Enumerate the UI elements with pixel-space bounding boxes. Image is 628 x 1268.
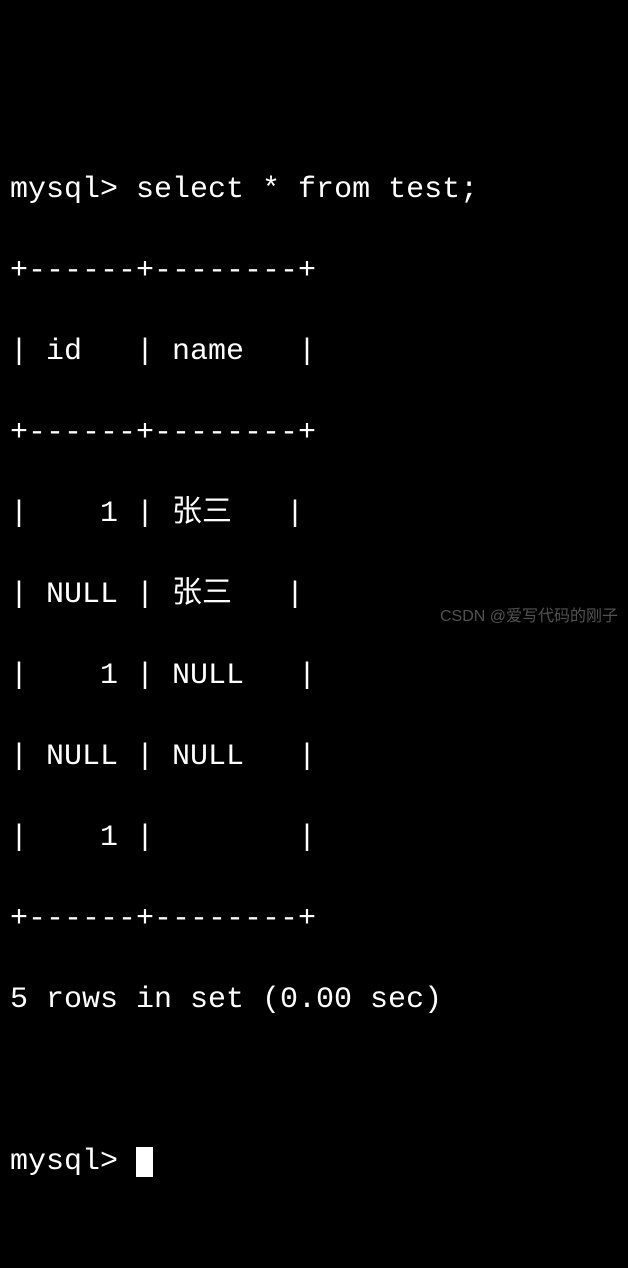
watermark-text: CSDN @爱写代码的刚子 [440,606,618,628]
table-header-row: | id | name | [10,332,618,373]
table-row: | 1 | NULL | [10,656,618,697]
table-border-mid: +------+--------+ [10,413,618,454]
mysql-prompt: mysql> [10,173,136,207]
table-row: | NULL | NULL | [10,737,618,778]
table-row: | 1 | | [10,818,618,859]
sql-query: select * from test; [136,173,478,207]
table-border-bottom: +------+--------+ [10,899,618,940]
table-border-top: +------+--------+ [10,251,618,292]
mysql-prompt[interactable]: mysql> [10,1145,136,1179]
cursor-icon[interactable] [136,1147,153,1177]
table-row: | 1 | 张三 | [10,494,618,535]
status-text: 5 rows in set (0.00 sec) [10,980,618,1021]
